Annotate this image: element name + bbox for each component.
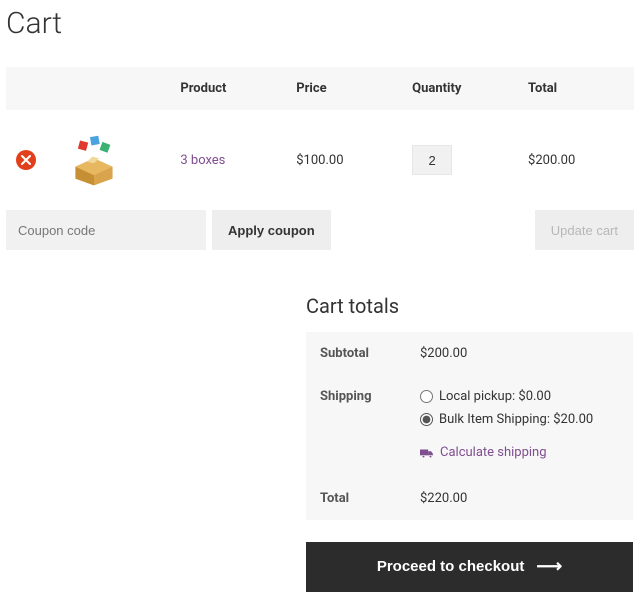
box-icon: [67, 133, 121, 187]
col-total: Total: [518, 67, 634, 110]
total-label: Total: [306, 477, 406, 520]
apply-coupon-button[interactable]: Apply coupon: [212, 210, 331, 250]
arrow-right-icon: ⟶: [536, 556, 562, 577]
table-row: 3 boxes $100.00 $200.00: [6, 110, 634, 210]
cart-totals-title: Cart totals: [306, 294, 633, 318]
product-thumbnail[interactable]: [64, 130, 124, 190]
calculate-shipping-link[interactable]: Calculate shipping: [420, 445, 547, 460]
subtotal-value: $200.00: [406, 332, 633, 375]
quantity-input[interactable]: [412, 145, 452, 175]
col-remove: [6, 67, 54, 110]
update-cart-button[interactable]: Update cart: [535, 210, 634, 250]
cart-totals-section: Cart totals Subtotal $200.00 Shipping Lo…: [306, 294, 633, 592]
shipping-radio-local-pickup[interactable]: [420, 390, 433, 403]
shipping-radio-bulk-item[interactable]: [420, 413, 433, 426]
shipping-option[interactable]: Bulk Item Shipping: $20.00: [420, 412, 619, 427]
item-price: $100.00: [286, 110, 402, 210]
page-title: Cart: [6, 6, 634, 41]
col-thumbnail: [54, 67, 170, 110]
shipping-options-list: Local pickup: $0.00 Bulk Item Shipping: …: [420, 389, 619, 427]
shipping-label: Shipping: [306, 375, 406, 477]
total-value: $220.00: [406, 477, 633, 520]
col-product: Product: [170, 67, 286, 110]
subtotal-label: Subtotal: [306, 332, 406, 375]
cart-actions-row: Apply coupon Update cart: [6, 210, 634, 250]
proceed-to-checkout-button[interactable]: Proceed to checkout ⟶: [306, 542, 633, 592]
col-quantity: Quantity: [402, 67, 518, 110]
truck-icon: [420, 447, 434, 459]
cart-table: Product Price Quantity Total: [6, 67, 634, 250]
close-icon: [21, 155, 31, 165]
shipping-option[interactable]: Local pickup: $0.00: [420, 389, 619, 404]
cart-totals-table: Subtotal $200.00 Shipping Local pickup: …: [306, 332, 633, 520]
shipping-option-label: Bulk Item Shipping: $20.00: [439, 412, 593, 427]
coupon-code-input[interactable]: [6, 210, 206, 250]
shipping-option-label: Local pickup: $0.00: [439, 389, 551, 404]
col-price: Price: [286, 67, 402, 110]
remove-item-button[interactable]: [16, 150, 36, 170]
product-name-link[interactable]: 3 boxes: [180, 153, 225, 168]
item-line-total: $200.00: [518, 110, 634, 210]
